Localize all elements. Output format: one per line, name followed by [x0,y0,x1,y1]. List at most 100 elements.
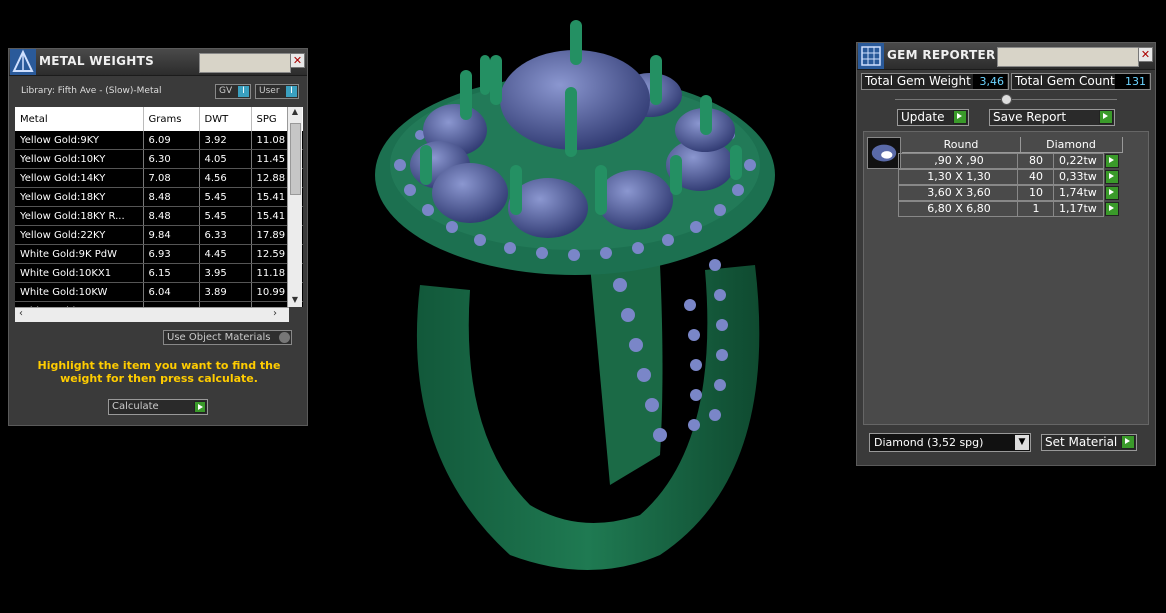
cell-divider [1017,202,1018,216]
set-material-label: Set Material [1045,435,1118,449]
material-select[interactable]: Diamond (3,52 spg) ▼ [869,433,1031,452]
gem-count-cell: 10 [1029,186,1043,199]
chevron-down-icon[interactable]: ▼ [1015,435,1029,450]
dwt-cell: 4.05 [199,149,252,169]
gem-weight-cell: 1,17tw [1059,202,1097,215]
total-gem-weight-label: Total Gem Weight [865,74,971,88]
grams-cell: 7.08 [143,168,200,188]
metal-name-cell: Yellow Gold:14KY [15,168,144,188]
gem-count-cell: 80 [1029,154,1043,167]
calculate-button[interactable]: Calculate [108,399,208,415]
title-grip [997,47,1139,67]
select-gem-arrow-icon[interactable] [1105,202,1119,216]
metal-table-row[interactable]: White Gold:10KX1 6.15 3.95 11.18 [15,263,303,283]
metal-name-cell: Yellow Gold:9KY [15,131,144,150]
gem-reporter-close-icon[interactable]: ✕ [1138,47,1153,62]
play-arrow-icon [194,401,206,413]
metal-table: Metal Grams DWT SPG Yellow Gold:9KY 6.09 3… [15,107,303,307]
metal-table-row[interactable]: Yellow Gold:10KY 6.30 4.05 11.45 [15,149,303,169]
total-gem-count-label: Total Gem Count [1015,74,1115,88]
shape-header: Round [902,137,1021,153]
update-label: Update [901,110,945,124]
gem-count-cell: 40 [1029,170,1043,183]
grams-cell: 6.93 [143,244,200,264]
cell-divider [1053,154,1054,168]
scroll-right-arrow-icon[interactable]: › [273,308,277,319]
dwt-cell: 5.45 [199,206,252,226]
set-material-button[interactable]: Set Material [1041,434,1137,451]
total-gem-weight-value: 3,46 [973,74,1007,89]
metal-weights-titlebar[interactable]: METAL WEIGHTS ✕ [9,49,307,76]
calculate-label: Calculate [112,401,159,412]
gem-row[interactable]: ,90 X ,90 80 0,22tw [898,153,1119,169]
metal-name-cell: Yellow Gold:18KY [15,187,144,207]
gem-row[interactable]: 1,30 X 1,30 40 0,33tw [898,169,1119,185]
metal-weights-panel: METAL WEIGHTS ✕ Library: Fifth Ave - (Sl… [8,48,308,426]
total-gem-count-value: 131 [1115,74,1149,89]
metal-table-row[interactable]: Yellow Gold:9KY 6.09 3.92 11.08 [15,131,303,150]
column-header-metal[interactable]: Metal [15,107,144,131]
cell-divider [1017,154,1018,168]
grams-cell: 9.84 [143,225,200,245]
cell-divider [1053,186,1054,200]
ring-3d-viewport[interactable] [360,15,790,575]
metal-name-cell: Yellow Gold:22KY [15,225,144,245]
select-gem-arrow-icon[interactable] [1105,170,1119,184]
metal-table-row[interactable]: Yellow Gold:14KY 7.08 4.56 12.88 [15,168,303,188]
save-report-button[interactable]: Save Report [989,109,1115,126]
gem-row[interactable]: 3,60 X 3,60 10 1,74tw [898,185,1119,201]
cell-divider [1017,170,1018,184]
dwt-cell: 3.95 [199,263,252,283]
grams-cell: 6.09 [143,131,200,150]
scroll-thumb[interactable] [290,123,301,195]
gem-row[interactable]: 6,80 X 6,80 1 1,17tw [898,201,1119,217]
gem-weight-cell: 0,22tw [1059,154,1097,167]
title-grip [199,53,291,73]
user-toggle[interactable]: User I [255,84,299,99]
metal-weights-close-icon[interactable]: ✕ [290,53,305,68]
metal-table-header: Metal Grams DWT SPG [15,107,303,131]
dwt-cell: 3.92 [199,131,252,150]
gv-toggle[interactable]: GV I [215,84,251,99]
use-object-materials-toggle[interactable]: Use Object Materials [163,330,292,345]
scroll-left-arrow-icon[interactable]: ‹ [19,308,23,319]
dwt-cell: 3.89 [199,282,252,302]
material-select-value: Diamond (3,52 spg) [874,436,984,449]
cell-divider [1017,186,1018,200]
play-arrow-icon [953,110,967,124]
dwt-cell: 4.45 [199,244,252,264]
metal-weights-app-icon [10,49,36,75]
grams-cell: 6.04 [143,282,200,302]
scroll-up-arrow-icon[interactable]: ▲ [288,107,302,119]
collapse-knob-icon[interactable] [1001,94,1012,105]
use-object-materials-label: Use Object Materials [167,332,271,343]
scroll-down-arrow-icon[interactable]: ▼ [288,295,302,307]
library-label: Library: Fifth Ave - (Slow)-Metal [21,86,162,96]
metal-table-row[interactable]: White Gold:10KW 6.04 3.89 10.99 [15,282,303,302]
gem-reporter-titlebar[interactable]: GEM REPORTER ✕ [857,43,1155,70]
metal-name-cell: Yellow Gold:10KY [15,149,144,169]
dwt-cell: 6.33 [199,225,252,245]
metal-table-vertical-scrollbar[interactable]: ▲ ▼ [287,107,302,307]
dwt-cell: 4.56 [199,168,252,188]
grams-cell: 6.30 [143,149,200,169]
metal-table-row[interactable]: Yellow Gold:18KY 8.48 5.45 15.41 [15,187,303,207]
gem-size-cell: 6,80 X 6,80 [927,202,991,215]
metal-table-row[interactable]: Yellow Gold:22KY 9.84 6.33 17.89 [15,225,303,245]
select-gem-arrow-icon[interactable] [1105,186,1119,200]
gem-reporter-app-icon [858,43,884,69]
select-gem-arrow-icon[interactable] [1105,154,1119,168]
metal-table-horizontal-scrollbar[interactable]: ‹ › [15,307,289,322]
gem-reporter-title: GEM REPORTER [887,48,996,62]
gem-reporter-panel: GEM REPORTER ✕ Total Gem Weight 3,46 Tot… [856,42,1156,466]
user-toggle-indicator-icon: I [286,86,297,97]
metal-name-cell: Yellow Gold:18KY R... [15,206,144,226]
metal-table-row[interactable]: White Gold:9K PdW 6.93 4.45 12.59 [15,244,303,264]
update-button[interactable]: Update [897,109,969,126]
diamond-gem-thumbnail-icon[interactable] [867,137,901,169]
column-header-dwt[interactable]: DWT [199,107,252,131]
column-header-grams[interactable]: Grams [143,107,200,131]
gem-size-cell: 1,30 X 1,30 [927,170,991,183]
metal-table-row[interactable]: Yellow Gold:18KY R... 8.48 5.45 15.41 [15,206,303,226]
stone-header: Diamond [1020,137,1123,153]
